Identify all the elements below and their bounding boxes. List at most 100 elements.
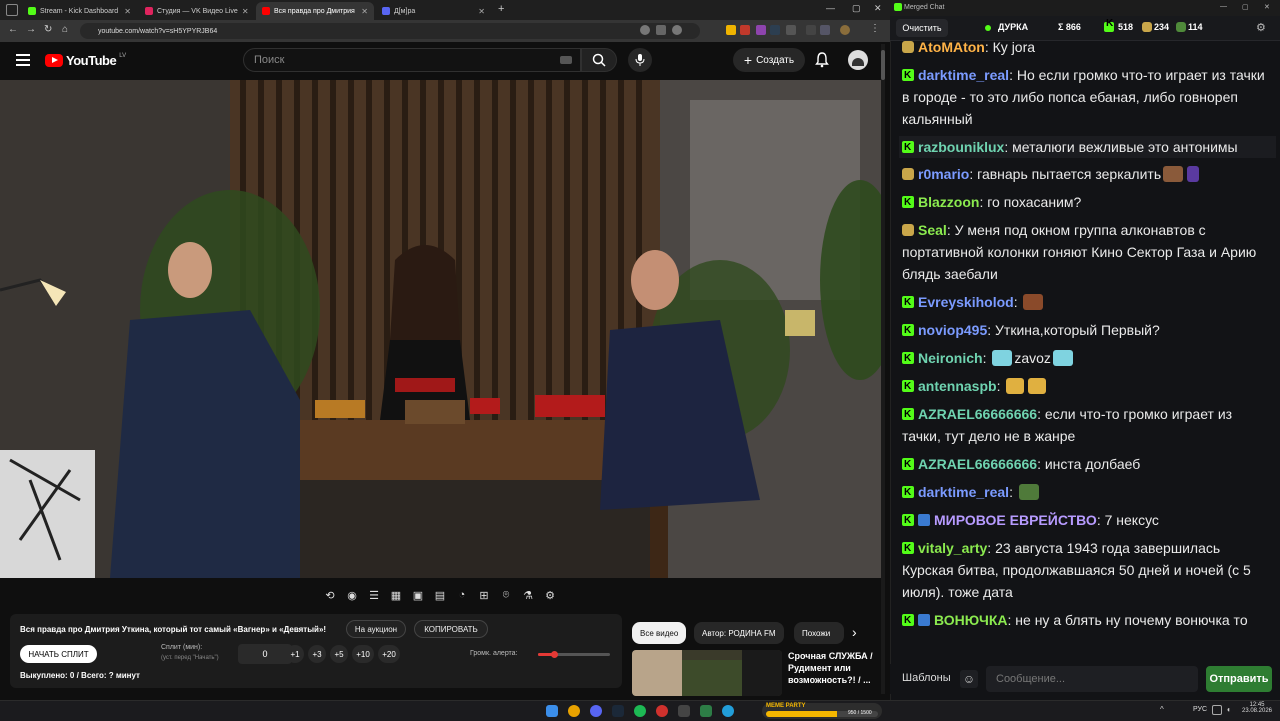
search-input[interactable]: Поиск [243, 48, 581, 72]
tab-youtube-video[interactable]: Вся правда про Дмитрия Уткина ✕ [256, 2, 374, 20]
minimize-icon[interactable]: — [1220, 3, 1227, 10]
extension-icon[interactable] [740, 25, 750, 35]
broadcast-icon[interactable]: ◉ [344, 587, 360, 603]
extensions-puzzle-icon[interactable] [786, 25, 796, 35]
close-icon[interactable]: ✕ [361, 7, 368, 16]
tab-search-icon[interactable] [6, 4, 18, 16]
extension-icon[interactable] [770, 25, 780, 35]
add-3-button[interactable]: +3 [308, 645, 326, 663]
steam-icon[interactable] [612, 705, 624, 717]
chat-username[interactable]: Neironich [918, 350, 983, 366]
sidebar-icon[interactable] [806, 25, 816, 35]
clear-chat-button[interactable]: Очистить [896, 19, 948, 37]
settings-gear-icon[interactable]: ⚙ [1256, 21, 1266, 34]
chat-username[interactable]: ВОНЮЧКА [934, 612, 1008, 628]
profile-avatar-icon[interactable] [840, 25, 850, 35]
chat-message-input[interactable]: Сообщение... [986, 666, 1198, 692]
discord-icon[interactable] [590, 705, 602, 717]
chat-username[interactable]: darktime_real [918, 67, 1009, 83]
tab-kick-dashboard[interactable]: Stream - Kick Dashboard ✕ [22, 2, 137, 20]
add-box-icon[interactable]: ⊞ [476, 587, 492, 603]
add-1-button[interactable]: +1 [286, 645, 304, 663]
page-scrollbar[interactable] [881, 44, 885, 694]
chat-username[interactable]: darktime_real [918, 484, 1009, 500]
chat-username[interactable]: МИРОВОЕ ЕВРЕЙСТВО [934, 512, 1097, 528]
related-video-thumbnail[interactable] [632, 650, 782, 696]
flask-icon[interactable]: ⚗ [520, 587, 536, 603]
close-icon[interactable]: ✕ [478, 7, 485, 16]
chat-username[interactable]: AtoMAton [918, 39, 985, 55]
reload-icon[interactable]: ↻ [44, 24, 52, 35]
chat-username[interactable]: Evreyskiholod [918, 294, 1014, 310]
chrome-icon[interactable] [568, 705, 580, 717]
minimize-icon[interactable]: — [826, 3, 835, 13]
url-field[interactable]: youtube.com/watch?v=sH5YPYRJB64 [80, 23, 700, 39]
volume-icon[interactable]: ◖ [1226, 705, 1231, 714]
create-button[interactable]: + Создать [733, 48, 805, 72]
new-tab-button[interactable]: + [498, 3, 504, 15]
spotify-icon[interactable] [634, 705, 646, 717]
clock[interactable]: 12:45 23.08.2026 [1240, 702, 1274, 714]
playlist-icon[interactable]: ☰ [366, 587, 382, 603]
chat-username[interactable]: noviop495 [918, 322, 987, 338]
maximize-icon[interactable]: ▢ [1242, 3, 1249, 11]
to-auction-button[interactable]: На аукцион [346, 620, 406, 638]
telegram-icon[interactable] [722, 705, 734, 717]
chat-username[interactable]: vitaly_arty [918, 540, 987, 556]
copy-button[interactable]: КОПИРОВАТЬ [414, 620, 488, 638]
chip-author[interactable]: Автор: РОДИНА FM [694, 622, 784, 644]
maximize-icon[interactable]: ▢ [852, 3, 861, 14]
related-video-title[interactable]: Срочная СЛУЖБА / Рудимент или возможност… [788, 650, 880, 686]
alert-volume-slider[interactable] [538, 651, 610, 658]
search-button[interactable] [581, 48, 617, 72]
start-split-button[interactable]: НАЧАТЬ СПЛИТ [20, 645, 97, 663]
screenshot-camera-icon[interactable]: ⌾ [498, 587, 514, 603]
app-icon[interactable] [678, 705, 690, 717]
emoji-icon[interactable]: ☺ [960, 670, 978, 688]
hamburger-menu-icon[interactable] [16, 54, 30, 66]
voice-search-button[interactable] [628, 48, 652, 72]
tab-discord[interactable]: Д[м]ра ✕ [376, 2, 491, 20]
bookmark-star-icon[interactable] [672, 25, 682, 35]
notifications-bell-icon[interactable] [815, 52, 829, 73]
video-player[interactable] [0, 80, 885, 578]
film-icon[interactable]: ▤ [432, 587, 448, 603]
settings-gear-icon[interactable]: ⚙ [542, 587, 558, 603]
templates-button[interactable]: Шаблоны [902, 672, 951, 684]
chat-username[interactable]: razbouniklux [918, 139, 1004, 155]
extension-icon[interactable] [756, 25, 766, 35]
browser-menu-icon[interactable]: ⋮ [870, 23, 880, 34]
youtube-logo[interactable]: YouTube LV [45, 53, 126, 68]
chat-username[interactable]: Seal [918, 222, 947, 238]
home-icon[interactable]: ⌂ [62, 24, 68, 35]
back-icon[interactable]: ← [8, 24, 18, 35]
chat-username[interactable]: AZRAEL66666666 [918, 456, 1037, 472]
add-20-button[interactable]: +20 [378, 645, 400, 663]
chat-username[interactable]: AZRAEL66666666 [918, 406, 1037, 422]
extension-icon[interactable] [820, 25, 830, 35]
meme-party-widget[interactable]: MEME PARTY 950 / 1500 [762, 703, 882, 719]
close-icon[interactable]: ✕ [242, 7, 249, 16]
send-button[interactable]: Отправить [1206, 666, 1272, 692]
windows-start-icon[interactable] [546, 705, 558, 717]
speed-gauge-icon[interactable]: ◔ [454, 587, 470, 603]
chat-username[interactable]: antennaspb [918, 378, 997, 394]
picture-in-picture-icon[interactable]: ▣ [410, 587, 426, 603]
alert-volume-handle[interactable] [550, 651, 558, 658]
window-close-icon[interactable]: ✕ [1264, 3, 1270, 11]
add-5-button[interactable]: +5 [330, 645, 348, 663]
tab-vk-studio[interactable]: Студия — VK Видео Live ✕ [139, 2, 254, 20]
tray-chevron-icon[interactable]: ^ [1160, 705, 1164, 714]
share-icon[interactable] [656, 25, 666, 35]
chat-username[interactable]: Blazzoon [918, 194, 979, 210]
window-close-icon[interactable]: ✕ [874, 3, 882, 14]
chip-all-videos[interactable]: Все видео [632, 622, 687, 644]
keyboard-language[interactable]: РУС [1193, 706, 1207, 713]
extension-icon[interactable] [726, 25, 736, 35]
chevron-right-icon[interactable]: › [852, 624, 857, 640]
chat-username[interactable]: r0mario [918, 166, 969, 182]
avatar[interactable] [848, 50, 868, 70]
keyboard-icon[interactable] [560, 56, 572, 64]
loop-icon[interactable]: ⟲ [322, 587, 338, 603]
add-10-button[interactable]: +10 [352, 645, 374, 663]
